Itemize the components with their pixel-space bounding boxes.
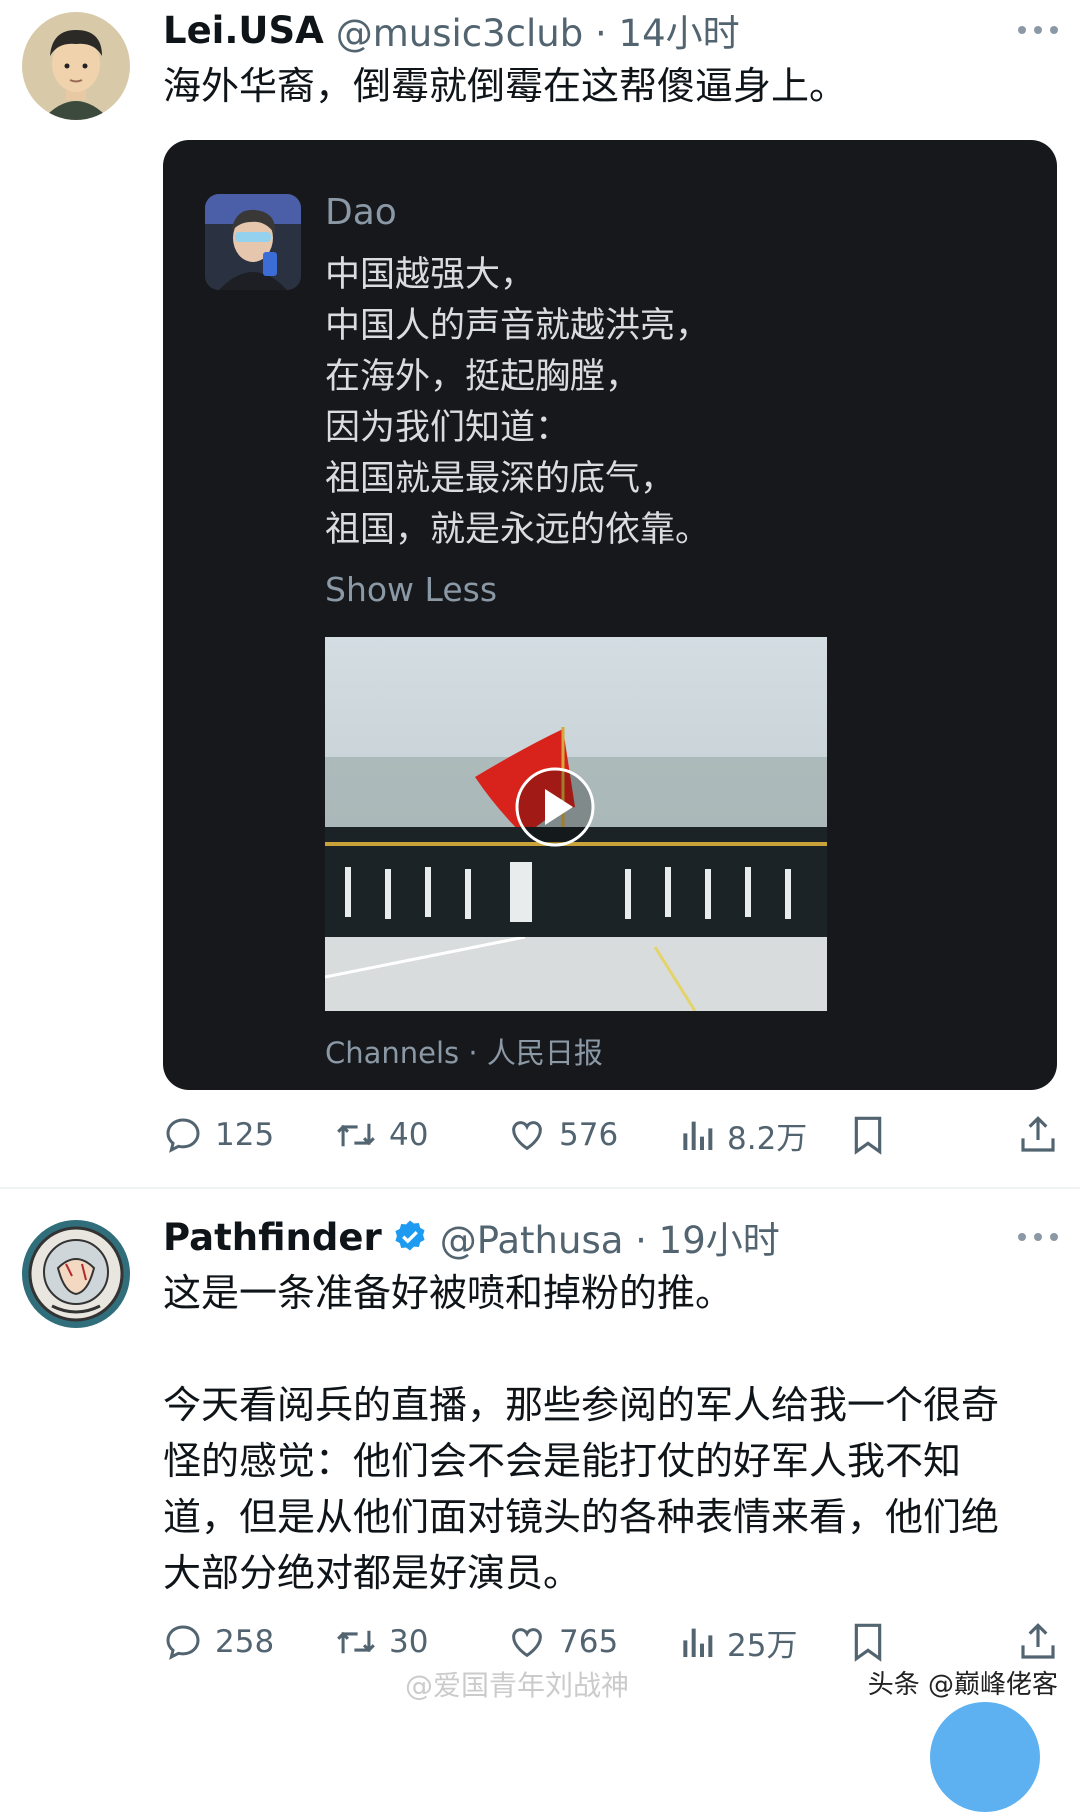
quoted-text: 中国越强大， 中国人的声音就越洪亮， 在海外，挺起胸膛， 因为我们知道： 祖国就… bbox=[325, 250, 710, 556]
quoted-tweet-card[interactable]: Dao 中国越强大， 中国人的声音就越洪亮， 在海外，挺起胸膛， 因为我们知道：… bbox=[163, 140, 1057, 1090]
like-button[interactable]: 576 bbox=[507, 1110, 618, 1160]
view-count: 8.2万 bbox=[727, 1120, 808, 1157]
quoted-line: 祖国就是最深的底气， bbox=[325, 459, 676, 499]
share-icon bbox=[1021, 1116, 1055, 1152]
views-icon bbox=[683, 1628, 713, 1657]
retweet-icon bbox=[337, 1123, 375, 1147]
bookmark-button[interactable] bbox=[851, 1617, 897, 1667]
like-icon bbox=[512, 1121, 542, 1151]
tweet-text: 海外华裔，倒霉就倒霉在这帮傻逼身上。 bbox=[163, 64, 848, 108]
retweet-button[interactable]: 40 bbox=[335, 1110, 428, 1160]
more-icon[interactable] bbox=[1018, 20, 1058, 40]
tweet-line: 怪的感觉：他们会不会是能打仗的好军人我不知 bbox=[163, 1439, 962, 1483]
tweet-line: 大部分绝对都是好演员。 bbox=[163, 1551, 582, 1595]
tweet-line: 今天看阅兵的直播，那些参阅的军人给我一个很奇 bbox=[163, 1383, 1000, 1427]
view-count: 25万 bbox=[727, 1627, 798, 1664]
more-icon[interactable] bbox=[1018, 1227, 1058, 1247]
quoted-line: 因为我们知道： bbox=[325, 408, 571, 448]
views-icon bbox=[683, 1121, 713, 1150]
retweet-button[interactable]: 30 bbox=[335, 1617, 428, 1667]
like-count: 765 bbox=[559, 1624, 619, 1660]
reply-icon bbox=[166, 1118, 200, 1153]
avatar-dao[interactable] bbox=[205, 194, 301, 290]
show-less-link[interactable]: Show Less bbox=[325, 570, 497, 609]
bookmark-icon bbox=[854, 1116, 882, 1155]
like-icon bbox=[512, 1628, 542, 1658]
quoted-line: 中国人的声音就越洪亮， bbox=[325, 306, 711, 346]
display-name[interactable]: Pathfinder bbox=[163, 1216, 382, 1259]
video-thumbnail[interactable] bbox=[325, 637, 827, 1011]
tweet-lei-usa: Lei.USA @music3club · 14小时 海外华裔，倒霉就倒霉在这帮… bbox=[0, 0, 1080, 1185]
reply-icon bbox=[166, 1625, 200, 1660]
quoted-line: 在海外，挺起胸膛， bbox=[325, 357, 641, 397]
compose-button[interactable] bbox=[930, 1702, 1040, 1812]
tweet-divider bbox=[0, 1187, 1080, 1189]
tweet-line: 道，但是从他们面对镜头的各种表情来看，他们绝 bbox=[163, 1495, 1000, 1539]
retweet-count: 30 bbox=[389, 1624, 429, 1660]
quoted-line: 祖国，就是永远的依靠。 bbox=[325, 510, 711, 550]
avatar-pathfinder[interactable] bbox=[22, 1220, 130, 1328]
watermark: @爱国青年刘战神 bbox=[405, 1669, 630, 1702]
handle-and-time[interactable]: @Pathusa · 19小时 bbox=[440, 1210, 780, 1264]
action-bar: 258 30 765 25万 bbox=[163, 1617, 1061, 1667]
tweet-header: Pathfinder @Pathusa · 19小时 bbox=[163, 1210, 780, 1264]
play-icon bbox=[515, 767, 595, 847]
reply-button[interactable]: 125 bbox=[163, 1110, 274, 1160]
source-credit: 头条 @巅峰佬客 bbox=[867, 1670, 1058, 1700]
handle-and-time[interactable]: @music3club · 14小时 bbox=[336, 3, 740, 57]
tweet-header: Lei.USA @music3club · 14小时 bbox=[163, 3, 740, 57]
bookmark-icon bbox=[854, 1623, 882, 1662]
quoted-line: 中国越强大， bbox=[325, 255, 536, 295]
reply-count: 258 bbox=[215, 1624, 275, 1660]
action-bar: 125 40 576 8.2万 bbox=[163, 1110, 1061, 1160]
tweet-text: 这是一条准备好被喷和掉粉的推。 今天看阅兵的直播，那些参阅的军人给我一个很奇 怪… bbox=[163, 1265, 999, 1601]
channel-source[interactable]: Channels · 人民日报 bbox=[325, 1030, 603, 1072]
share-button[interactable] bbox=[1019, 1110, 1069, 1160]
like-count: 576 bbox=[559, 1117, 619, 1153]
verified-badge-icon bbox=[395, 1220, 425, 1251]
bookmark-button[interactable] bbox=[851, 1110, 897, 1160]
like-button[interactable]: 765 bbox=[507, 1617, 618, 1667]
tweet-pathfinder: Pathfinder @Pathusa · 19小时 这是一条准备好被喷和掉粉的… bbox=[0, 1190, 1080, 1720]
views-button[interactable]: 25万 bbox=[679, 1617, 797, 1667]
retweet-icon bbox=[337, 1630, 375, 1654]
reply-button[interactable]: 258 bbox=[163, 1617, 274, 1667]
avatar-lei-usa[interactable] bbox=[22, 12, 130, 120]
display-name[interactable]: Lei.USA bbox=[163, 9, 324, 52]
views-button[interactable]: 8.2万 bbox=[679, 1110, 807, 1160]
retweet-count: 40 bbox=[389, 1117, 429, 1153]
quoted-display-name[interactable]: Dao bbox=[325, 192, 397, 233]
tweet-line: 这是一条准备好被喷和掉粉的推。 bbox=[163, 1271, 734, 1315]
share-icon bbox=[1021, 1623, 1055, 1659]
share-button[interactable] bbox=[1019, 1617, 1069, 1667]
reply-count: 125 bbox=[215, 1117, 275, 1153]
